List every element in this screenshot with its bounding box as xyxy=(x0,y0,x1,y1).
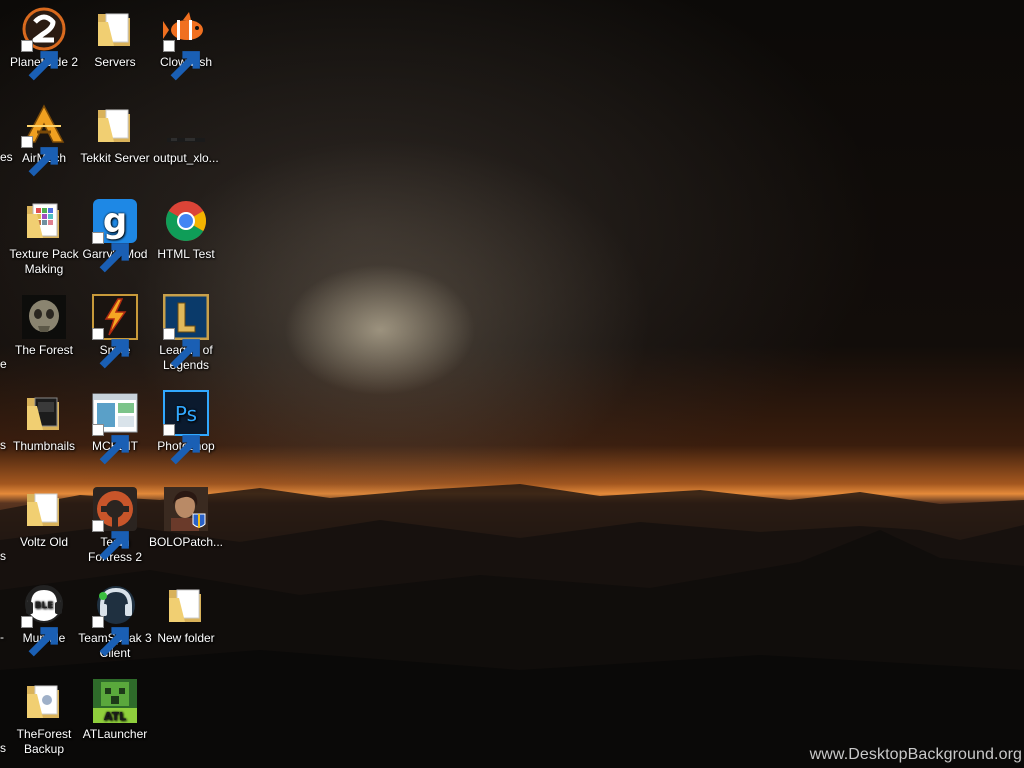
shortcut-arrow-icon xyxy=(163,40,200,81)
folder-icon xyxy=(27,397,59,430)
desktop-icon-mcedit[interactable]: MCEDIT xyxy=(77,390,153,465)
desktop-icon-team-fortress-2[interactable]: Team Fortress 2 xyxy=(77,486,153,565)
svg-text:BLE: BLE xyxy=(35,601,54,611)
desktop-icon-teamspeak-3-client[interactable]: TeamSpeak 3 Client xyxy=(77,582,153,661)
clipped-label-fragment: s xyxy=(0,549,6,563)
icon-label: Thumbnails xyxy=(12,439,76,453)
desktop-icon-servers[interactable]: Servers xyxy=(77,6,153,70)
icon-label: Servers xyxy=(94,55,136,69)
atlauncher-icon: ATL xyxy=(93,679,137,723)
desktop-icon-thumbnails[interactable]: Thumbnails xyxy=(6,390,82,454)
icon-label: ATLauncher xyxy=(82,727,148,741)
bolopatch-icon xyxy=(164,487,208,531)
icon-label: The Forest xyxy=(14,343,74,357)
desktop-icon-league-of-legends[interactable]: League of Legends xyxy=(148,294,224,373)
folder-icon xyxy=(27,685,59,718)
shortcut-arrow-icon xyxy=(21,136,58,177)
shortcut-arrow-icon xyxy=(163,424,200,465)
svg-text:Ps: Ps xyxy=(175,402,197,426)
icon-label: Texture Pack Making xyxy=(9,247,79,276)
desktop-icon-garrys-mod[interactable]: g Garry's Mod xyxy=(77,198,153,273)
desktop-icon-theforest-backup[interactable]: TheForest Backup xyxy=(6,678,82,757)
desktop-icon-planetside-2[interactable]: PlanetSide 2 xyxy=(6,6,82,81)
desktop-icon-smite[interactable]: Smite xyxy=(77,294,153,369)
desktop-icon-html-test[interactable]: HTML Test xyxy=(148,198,224,262)
desktop-icon-bolopatch[interactable]: BOLOPatch... xyxy=(148,486,224,550)
icon-label: Voltz Old xyxy=(19,535,69,549)
chrome-icon xyxy=(166,201,206,241)
icon-label: output_xlo... xyxy=(153,151,219,165)
shortcut-arrow-icon xyxy=(92,232,129,273)
clipped-label-fragment: - xyxy=(0,630,4,644)
file-icon xyxy=(167,138,205,142)
shortcut-arrow-icon xyxy=(21,616,58,657)
desktop-icon-voltz-old[interactable]: Voltz Old xyxy=(6,486,82,550)
desktop-icon-photoshop[interactable]: Ps Photoshop xyxy=(148,390,224,465)
desktop-icon-output-xlo[interactable]: output_xlo... xyxy=(148,102,224,166)
folder-icon xyxy=(98,109,130,142)
icon-label: Tekkit Server xyxy=(80,151,150,165)
shortcut-arrow-icon xyxy=(163,328,200,369)
icon-label: HTML Test xyxy=(157,247,215,261)
desktop-icon-atlauncher[interactable]: ATL ATLauncher xyxy=(77,678,153,742)
svg-text:ATL: ATL xyxy=(104,710,126,723)
folder-icon xyxy=(27,203,59,238)
folder-icon xyxy=(169,589,201,622)
shortcut-arrow-icon xyxy=(92,616,129,657)
folder-icon xyxy=(27,493,59,526)
shortcut-arrow-icon xyxy=(92,328,129,369)
icon-label: BOLOPatch... xyxy=(148,535,224,549)
desktop-icon-mumble[interactable]: BLE Mumble xyxy=(6,582,82,657)
desktop-icon-the-forest[interactable]: The Forest xyxy=(6,294,82,358)
desktop-icon-texture-pack-making[interactable]: Texture Pack Making xyxy=(6,198,82,277)
desktop-icon-tekkit-server[interactable]: Tekkit Server xyxy=(77,102,153,166)
icon-label: New folder xyxy=(157,631,215,645)
the-forest-icon xyxy=(22,295,66,339)
shortcut-arrow-icon xyxy=(92,424,129,465)
shortcut-arrow-icon xyxy=(21,40,58,81)
desktop-icon-airmech[interactable]: AirMech xyxy=(6,102,82,177)
folder-icon xyxy=(98,13,130,46)
desktop-icon-clownfish[interactable]: Clownfish xyxy=(148,6,224,81)
icon-label: TheForest Backup xyxy=(16,727,72,756)
desktop-icon-new-folder[interactable]: New folder xyxy=(148,582,224,646)
clipped-label-fragment: e xyxy=(0,357,7,371)
watermark-text: www.DesktopBackground.org xyxy=(809,746,1022,763)
shortcut-arrow-icon xyxy=(92,520,129,561)
